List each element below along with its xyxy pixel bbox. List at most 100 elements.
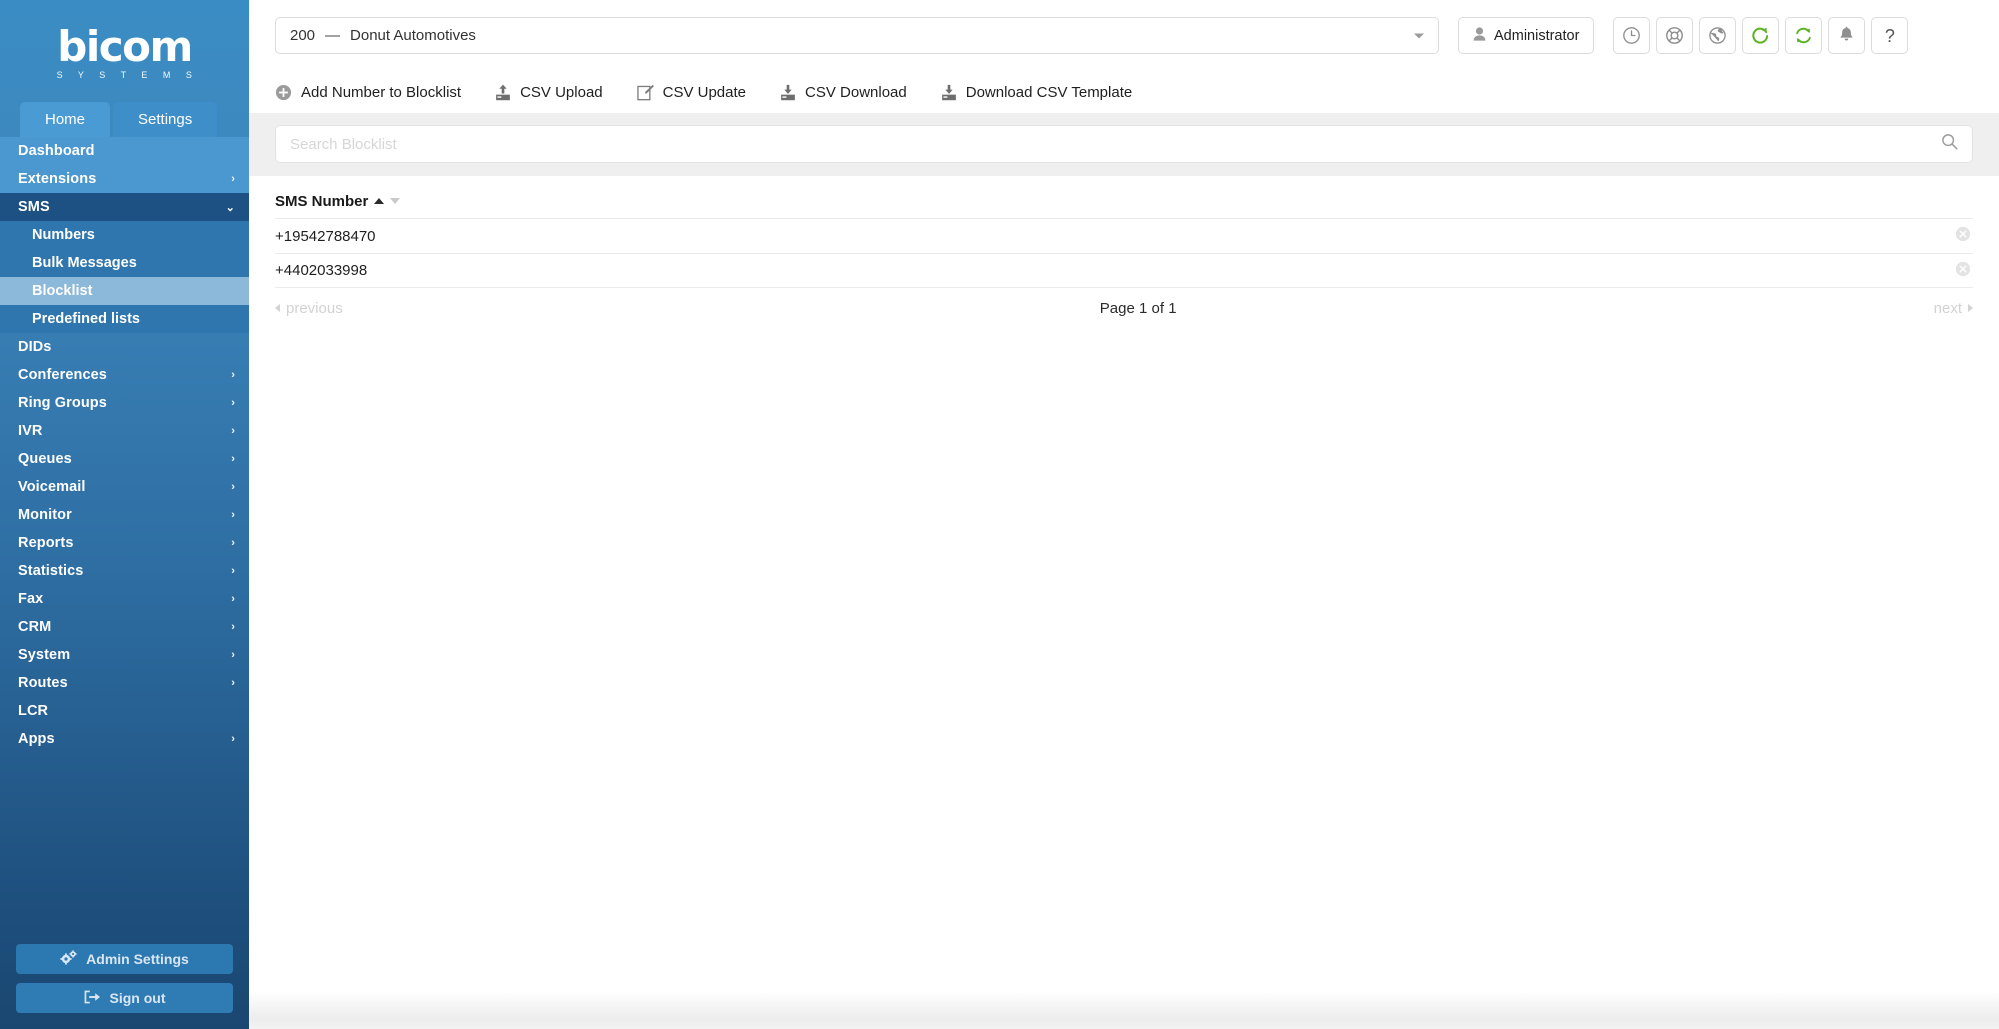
sidebar-item-sms[interactable]: SMS ⌄	[0, 193, 249, 221]
sidebar-item-routes[interactable]: Routes ›	[0, 669, 249, 697]
sidebar-item-label: Monitor	[18, 507, 72, 523]
sidebar-item-label: IVR	[18, 423, 43, 439]
sync-icon-button[interactable]	[1785, 17, 1823, 54]
chevron-right-icon: ›	[231, 733, 235, 745]
administrator-button[interactable]: Administrator	[1458, 17, 1595, 54]
brand-logo: bicom S Y S T E M S	[0, 0, 249, 100]
sidebar-item-label: SMS	[18, 199, 50, 215]
delete-row-icon[interactable]	[1955, 261, 1971, 281]
sidebar-item-ivr[interactable]: IVR ›	[0, 417, 249, 445]
lifebuoy-icon-button[interactable]	[1656, 17, 1694, 54]
cell-sms-number: +4402033998	[275, 262, 368, 279]
sidebar-item-label: Statistics	[18, 563, 84, 579]
sign-out-button[interactable]: Sign out	[16, 983, 233, 1013]
toolbar-add-number-to-blocklist-button[interactable]: Add Number to Blocklist	[275, 84, 461, 101]
sidebar-subitem-bulk-messages[interactable]: Bulk Messages	[0, 249, 249, 277]
sidebar-item-queues[interactable]: Queues ›	[0, 445, 249, 473]
brand-name: bicom	[57, 21, 193, 71]
toolbar-download-csv-template-button[interactable]: Download CSV Template	[941, 84, 1132, 101]
table-row[interactable]: +19542788470	[275, 218, 1973, 253]
sidebar-footer: Admin Settings Sign out	[0, 935, 249, 1029]
help-icon-button[interactable]: ?	[1871, 17, 1909, 54]
globe-icon-button[interactable]	[1699, 17, 1737, 54]
download-icon	[941, 84, 957, 101]
main-content: 200 — Donut Automotives Administrator ? …	[249, 0, 1999, 1029]
tab-settings[interactable]: Settings	[113, 102, 218, 137]
delete-row-icon[interactable]	[1955, 226, 1971, 246]
sidebar-item-statistics[interactable]: Statistics ›	[0, 557, 249, 585]
sign-out-icon	[84, 990, 101, 1007]
sort-ascending-icon[interactable]	[374, 198, 385, 204]
next-page-button[interactable]: next	[1934, 300, 1973, 317]
bell-icon	[1840, 26, 1854, 41]
toolbar-csv-update-button[interactable]: CSV Update	[636, 84, 746, 101]
chevron-right-icon: ›	[231, 677, 235, 689]
sidebar-item-voicemail[interactable]: Voicemail ›	[0, 473, 249, 501]
table-row[interactable]: +4402033998	[275, 253, 1973, 288]
upload-icon	[495, 84, 511, 101]
search-icon[interactable]	[1941, 133, 1958, 155]
bell-icon-button[interactable]	[1828, 17, 1866, 54]
sidebar-item-conferences[interactable]: Conferences ›	[0, 361, 249, 389]
sidebar-item-label: Reports	[18, 535, 74, 551]
sidebar-tabs: Home Settings	[0, 100, 249, 137]
sync-icon	[1796, 27, 1812, 44]
admin-settings-button[interactable]: Admin Settings	[16, 944, 233, 974]
administrator-label: Administrator	[1494, 27, 1580, 44]
previous-label: previous	[286, 299, 343, 317]
sidebar-item-lcr[interactable]: LCR	[0, 697, 249, 725]
sidebar-item-extensions[interactable]: Extensions ›	[0, 165, 249, 193]
toolbar-csv-upload-button[interactable]: CSV Upload	[495, 84, 603, 101]
context-number: 200	[290, 27, 316, 44]
sidebar-item-label: Voicemail	[18, 479, 86, 495]
pagination-center: Page 1 of 1	[343, 288, 1934, 328]
blocklist-table: SMS Number +19542788470 +4402033998 previ…	[249, 176, 1999, 991]
sidebar-item-label: Ring Groups	[18, 395, 107, 411]
sidebar-subitem-label: Blocklist	[32, 283, 93, 299]
question-mark-icon: ?	[1884, 25, 1895, 46]
app-root: bicom S Y S T E M S Home Settings Dashbo…	[0, 0, 1999, 1029]
sidebar-item-label: CRM	[18, 619, 52, 635]
column-header-sms-number[interactable]: SMS Number	[275, 193, 401, 210]
clock-icon	[1623, 27, 1641, 44]
toolbar-label: Download CSV Template	[965, 83, 1133, 101]
chevron-down-icon: ⌄	[225, 201, 235, 214]
sidebar-item-apps[interactable]: Apps ›	[0, 725, 249, 753]
clock-icon-button[interactable]	[1613, 17, 1651, 54]
chevron-right-icon: ›	[231, 537, 235, 549]
context-select[interactable]: 200 — Donut Automotives	[275, 17, 1439, 54]
sidebar-subitem-predefined-lists[interactable]: Predefined lists	[0, 305, 249, 333]
sidebar-item-ring-groups[interactable]: Ring Groups ›	[0, 389, 249, 417]
lifebuoy-icon	[1666, 27, 1684, 44]
sidebar-item-system[interactable]: System ›	[0, 641, 249, 669]
chevron-left-icon	[275, 304, 280, 312]
next-label: next	[1933, 299, 1962, 317]
table-body: +19542788470 +4402033998	[275, 218, 1973, 288]
tab-home[interactable]: Home	[20, 102, 111, 137]
sidebar-item-crm[interactable]: CRM ›	[0, 613, 249, 641]
sidebar-item-label: LCR	[18, 703, 49, 719]
chevron-right-icon: ›	[231, 593, 235, 605]
sidebar-item-fax[interactable]: Fax ›	[0, 585, 249, 613]
sidebar-item-label: System	[18, 647, 71, 663]
pagination: previous Page 1 of 1 next	[275, 288, 1973, 328]
footer-gradient	[249, 991, 1999, 1029]
toolbar-csv-download-button[interactable]: CSV Download	[780, 84, 907, 101]
previous-page-button[interactable]: previous	[275, 300, 343, 317]
sidebar-subitem-numbers[interactable]: Numbers	[0, 221, 249, 249]
chevron-right-icon: ›	[231, 649, 235, 661]
sidebar-item-dids[interactable]: DIDs	[0, 333, 249, 361]
search-bar[interactable]	[275, 125, 1973, 163]
search-input[interactable]	[290, 135, 1941, 153]
sidebar-item-label: Extensions	[18, 171, 97, 187]
sidebar-subitem-blocklist[interactable]: Blocklist	[0, 277, 249, 305]
sidebar-item-label: Apps	[18, 731, 55, 747]
sidebar-item-label: Queues	[18, 451, 72, 467]
sidebar-item-dashboard[interactable]: Dashboard	[0, 137, 249, 165]
sort-descending-icon[interactable]	[390, 198, 401, 204]
reload-icon-button[interactable]	[1742, 17, 1780, 54]
sidebar-item-label: Fax	[18, 591, 44, 607]
sidebar-item-reports[interactable]: Reports ›	[0, 529, 249, 557]
sidebar-item-monitor[interactable]: Monitor ›	[0, 501, 249, 529]
